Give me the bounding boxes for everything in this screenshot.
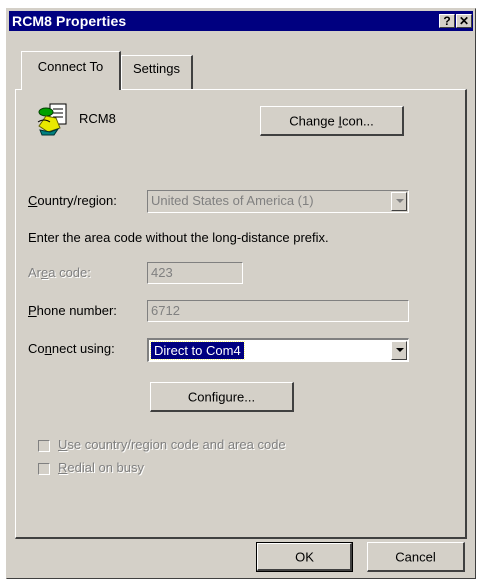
close-button[interactable]: ✕	[456, 14, 472, 28]
change-icon-label: Change Icon...	[289, 113, 374, 128]
connection-name: RCM8	[79, 111, 116, 126]
phone-number-label: Phone number:	[28, 303, 117, 318]
tab-connect-to[interactable]: Connect To	[21, 51, 121, 90]
phone-number-value: 6712	[151, 303, 180, 318]
ok-button[interactable]: OK	[256, 542, 353, 572]
cancel-label: Cancel	[395, 549, 436, 564]
phone-number-field[interactable]: 6712	[147, 300, 409, 322]
properties-dialog: RCM8 Properties ? ✕ Connect To Settings …	[6, 8, 476, 579]
tab-panel: RCM8 Change Icon... Country/region: Unit…	[15, 89, 467, 539]
area-code-label: Area code:	[28, 265, 91, 280]
chevron-down-icon[interactable]	[391, 341, 407, 360]
title-bar: RCM8 Properties ? ✕	[9, 11, 473, 31]
change-icon-button[interactable]: Change Icon...	[260, 106, 404, 136]
phone-connection-icon	[37, 103, 67, 136]
connect-using-label: Connect using:	[28, 341, 115, 356]
connect-using-select[interactable]: Direct to Com4	[147, 338, 409, 362]
tab-settings[interactable]: Settings	[121, 55, 193, 89]
use-country-code-checkbox[interactable]	[38, 440, 50, 452]
tab-connect-to-label: Connect To	[37, 59, 104, 74]
connect-using-value: Direct to Com4	[150, 341, 245, 360]
area-code-value: 423	[151, 265, 173, 280]
redial-on-busy-checkbox[interactable]	[38, 463, 50, 475]
country-label: Country/region:	[28, 193, 117, 208]
chevron-down-icon[interactable]	[391, 192, 407, 211]
area-code-field[interactable]: 423	[147, 262, 243, 284]
ok-label: OK	[295, 549, 314, 565]
cancel-button[interactable]: Cancel	[367, 542, 465, 572]
country-select[interactable]: United States of America (1)	[147, 190, 409, 213]
dialog-title: RCM8 Properties	[12, 13, 127, 29]
configure-label: Configure...	[187, 389, 256, 404]
use-country-code-label: Use country/region code and area code	[58, 437, 286, 452]
instruction-text: Enter the area code without the long-dis…	[28, 230, 329, 245]
close-icon: ✕	[458, 14, 470, 28]
redial-on-busy-label: Redial on busy	[58, 460, 145, 475]
help-button[interactable]: ?	[439, 14, 455, 28]
country-value: United States of America (1)	[151, 193, 314, 208]
tab-settings-label: Settings	[133, 61, 180, 76]
configure-button[interactable]: Configure...	[150, 382, 294, 412]
